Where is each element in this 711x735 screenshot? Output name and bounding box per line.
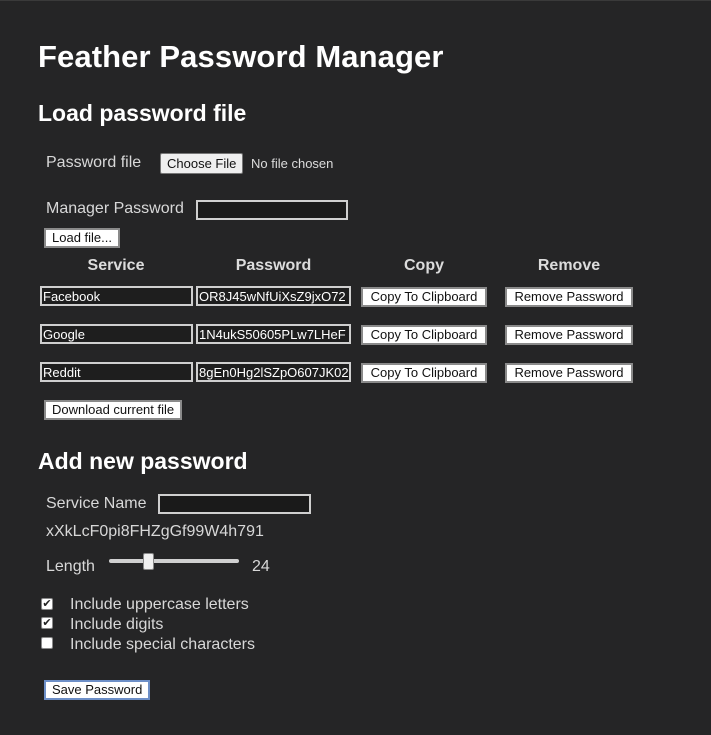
password-field[interactable]: [196, 324, 351, 344]
service-field[interactable]: [40, 324, 193, 344]
generated-password-text: xXkLcF0pi8FHZgGf99W4h791: [46, 523, 264, 540]
remove-password-button[interactable]: Remove Password: [505, 325, 633, 345]
manager-password-input[interactable]: [196, 200, 348, 220]
length-slider-track[interactable]: [109, 559, 239, 563]
column-header-remove: Remove: [537, 257, 601, 274]
no-file-chosen-text: No file chosen: [251, 156, 334, 171]
service-name-input[interactable]: [158, 494, 311, 514]
digits-option-label: Include digits: [70, 616, 164, 633]
length-slider-thumb[interactable]: [143, 553, 154, 570]
add-section-heading: Add new password: [38, 448, 248, 474]
digits-checkbox[interactable]: ✔: [41, 617, 53, 629]
special-characters-option-label: Include special characters: [70, 636, 255, 653]
remove-password-button[interactable]: Remove Password: [505, 287, 633, 307]
copy-to-clipboard-button[interactable]: Copy To Clipboard: [361, 363, 487, 383]
load-section-heading: Load password file: [38, 100, 247, 126]
uppercase-option-label: Include uppercase letters: [70, 596, 249, 613]
service-field[interactable]: [40, 362, 193, 382]
page-title: Feather Password Manager: [38, 39, 444, 74]
uppercase-checkbox[interactable]: ✔: [41, 598, 53, 610]
password-file-label: Password file: [46, 154, 142, 171]
length-value: 24: [252, 558, 270, 575]
service-field[interactable]: [40, 286, 193, 306]
copy-to-clipboard-button[interactable]: Copy To Clipboard: [361, 287, 487, 307]
choose-file-button[interactable]: Choose File: [160, 153, 244, 174]
special-characters-checkbox[interactable]: [41, 637, 53, 649]
save-password-button[interactable]: Save Password: [44, 680, 151, 700]
copy-to-clipboard-button[interactable]: Copy To Clipboard: [361, 325, 487, 345]
service-name-label: Service Name: [46, 495, 147, 512]
remove-password-button[interactable]: Remove Password: [505, 363, 633, 383]
column-header-service: Service: [87, 257, 145, 274]
app-root: Feather Password Manager Load password f…: [0, 0, 711, 735]
column-header-copy: Copy: [404, 257, 444, 274]
column-header-password: Password: [235, 257, 312, 274]
password-field[interactable]: [196, 362, 351, 382]
length-label: Length: [46, 558, 95, 575]
download-current-file-button[interactable]: Download current file: [44, 400, 183, 420]
load-file-button[interactable]: Load file...: [44, 228, 120, 248]
password-field[interactable]: [196, 286, 351, 306]
manager-password-label: Manager Password: [46, 200, 184, 217]
